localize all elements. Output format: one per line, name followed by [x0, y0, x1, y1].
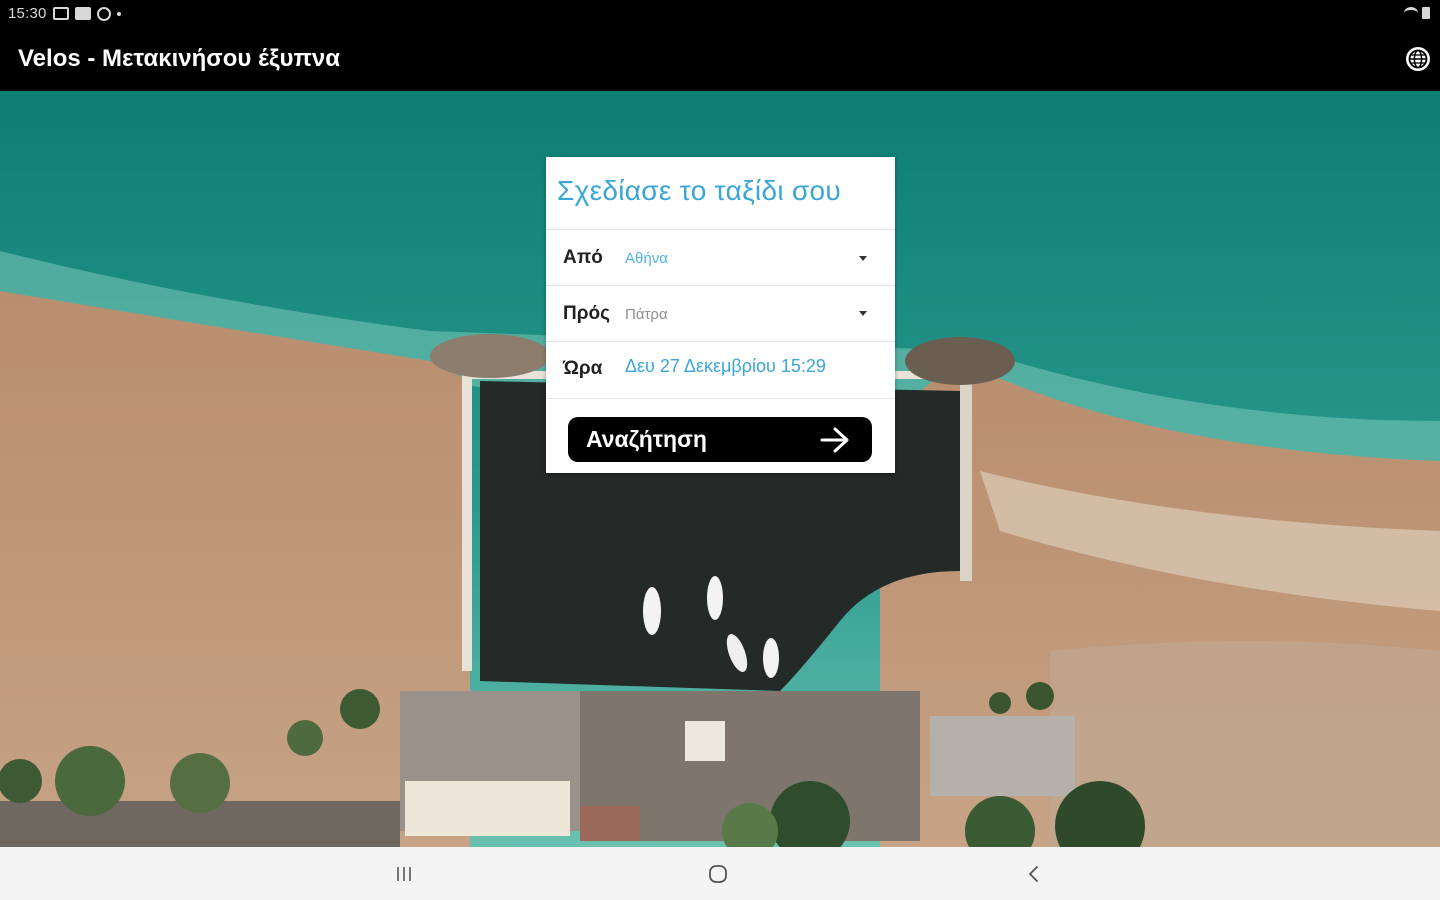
from-row[interactable]: Από Αθήνα	[546, 230, 895, 285]
search-button-label: Αναζήτηση	[586, 426, 707, 452]
to-value[interactable]: Πάτρα	[625, 306, 668, 323]
status-bar: 15:30	[0, 0, 1440, 30]
battery-icon	[1422, 7, 1430, 19]
gallery-icon	[52, 7, 69, 20]
divider	[546, 398, 895, 399]
time-label: Ώρα	[563, 358, 603, 379]
dot-icon	[116, 11, 121, 16]
from-dropdown-arrow-icon[interactable]	[859, 256, 867, 261]
home-icon[interactable]	[706, 864, 730, 884]
recent-apps-icon[interactable]	[392, 864, 416, 884]
search-button[interactable]: Αναζήτηση	[568, 417, 872, 462]
to-dropdown-arrow-icon[interactable]	[859, 311, 867, 316]
mail-icon	[74, 7, 91, 20]
app-bar: Velos - Μετακινήσου έξυπνα	[0, 30, 1440, 91]
card-title: Σχεδίασε το ταξίδι σου	[557, 175, 842, 206]
status-left: 15:30	[8, 5, 121, 22]
status-time: 15:30	[8, 5, 47, 22]
back-icon[interactable]	[1022, 864, 1046, 884]
globe-icon[interactable]	[1406, 47, 1430, 71]
app-title: Velos - Μετακινήσου έξυπνα	[18, 45, 340, 72]
trip-planner-card: Σχεδίασε το ταξίδι σου Από Αθήνα Πρός Πά…	[546, 157, 895, 473]
from-value[interactable]: Αθήνα	[625, 250, 668, 267]
globe-icon-svg	[1408, 49, 1428, 69]
navigation-bar	[0, 847, 1440, 900]
wifi-icon	[1404, 7, 1418, 19]
a-icon	[96, 6, 111, 21]
to-row[interactable]: Πρός Πάτρα	[546, 286, 895, 341]
time-row[interactable]: Ώρα Δευ 27 Δεκεμβρίου 15:29	[546, 342, 895, 397]
from-label: Από	[563, 247, 603, 268]
status-right	[1404, 7, 1430, 19]
time-value[interactable]: Δευ 27 Δεκεμβρίου 15:29	[625, 356, 826, 377]
screen: 15:30 Velos - Μετακινήσου έξυπνα Σχεδίασ…	[0, 0, 1440, 900]
arrow-right-icon	[820, 427, 849, 453]
to-label: Πρός	[563, 303, 610, 324]
